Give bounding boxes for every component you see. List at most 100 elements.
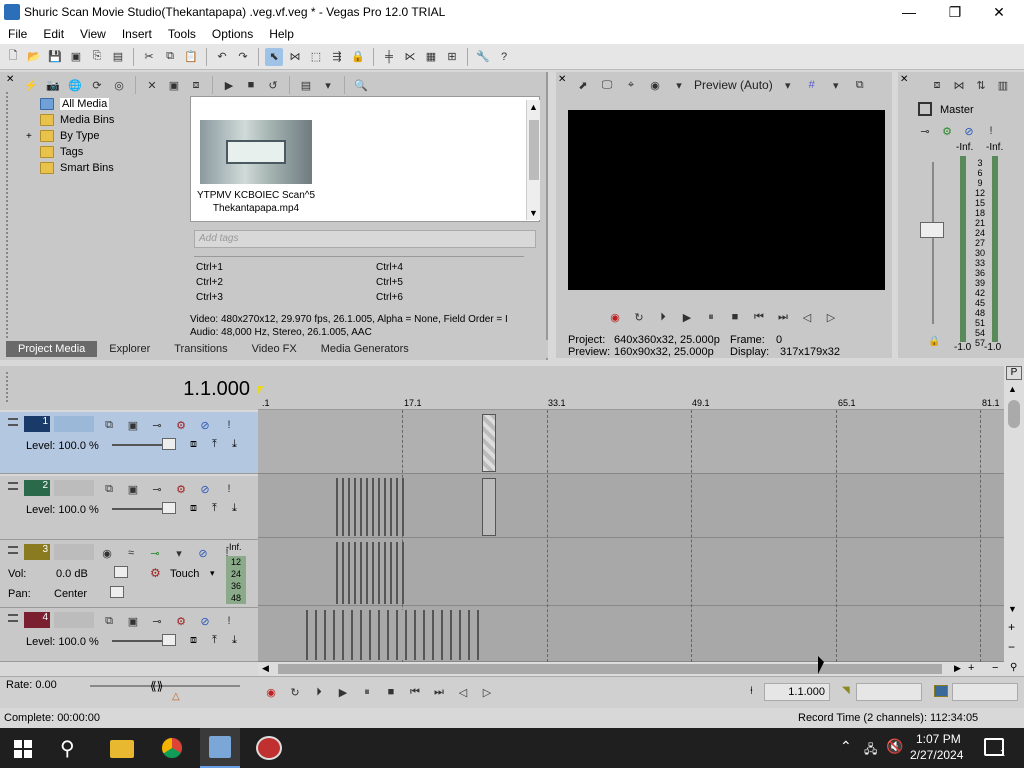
track-header-4[interactable]: 4 ⧉ ▣ ⊸ ⚙ ⊘ ! Level: 100.0 % ⧈ ⤒ ⤓ bbox=[0, 608, 258, 662]
play-icon[interactable]: ▶ bbox=[678, 308, 696, 326]
video-event[interactable] bbox=[482, 478, 496, 536]
invert-phase-icon[interactable]: ≈ bbox=[122, 544, 140, 562]
preview-quality-dropdown[interactable]: Preview (Auto) bbox=[694, 78, 773, 92]
save-icon[interactable]: 💾 bbox=[46, 48, 64, 66]
master-automation-icon[interactable]: ⊸ bbox=[916, 122, 934, 140]
master-fx-icon[interactable]: ⧈ bbox=[928, 76, 946, 94]
rate-slider-thumb[interactable]: ⟪⟫ bbox=[150, 679, 163, 693]
render-icon[interactable]: ⎘ bbox=[88, 48, 106, 66]
properties-icon[interactable]: ▤ bbox=[109, 48, 127, 66]
menu-options[interactable]: Options bbox=[204, 27, 261, 41]
app-taskbar-icon[interactable] bbox=[256, 736, 282, 760]
hzoom-out-icon[interactable]: − bbox=[992, 662, 998, 674]
close-master-icon[interactable]: ✕ bbox=[900, 74, 908, 85]
normal-edit-tool-icon[interactable]: ⬉ bbox=[265, 47, 283, 66]
master-fx-bypass-icon[interactable]: ⚙ bbox=[938, 122, 956, 140]
mute-icon[interactable]: ⊘ bbox=[194, 544, 212, 562]
lock-icon[interactable]: 🔒 bbox=[928, 336, 940, 347]
cursor-time-field[interactable]: 1.1.000 bbox=[764, 683, 830, 701]
pause-icon[interactable]: ⏸ bbox=[702, 308, 720, 326]
refresh-icon[interactable]: ⟳ bbox=[88, 76, 106, 94]
level-slider-thumb[interactable] bbox=[162, 634, 176, 646]
tree-smart-bins[interactable]: Smart Bins bbox=[20, 160, 185, 176]
tree-tags[interactable]: Tags bbox=[20, 144, 185, 160]
hscroll-thumb[interactable] bbox=[278, 664, 942, 674]
hzoom-icon[interactable]: ⚲ bbox=[1010, 662, 1017, 673]
tools-icon[interactable]: 🔧 bbox=[474, 48, 492, 66]
copy-icon[interactable]: ⧉ bbox=[161, 48, 179, 66]
scroll-down-icon[interactable]: ▼ bbox=[1008, 604, 1017, 614]
mixer-icon[interactable]: ▥ bbox=[994, 76, 1012, 94]
dropdown-icon[interactable]: ▾ bbox=[779, 76, 797, 94]
dropdown-icon[interactable]: ▾ bbox=[170, 544, 188, 562]
search-icon[interactable]: ⚲ bbox=[60, 736, 75, 761]
media-item[interactable]: YTPMV KCBOIEC Scan^5 Thekantapapa.mp4 bbox=[192, 114, 320, 216]
mute-icon[interactable]: ⊘ bbox=[196, 480, 214, 498]
tab-project-media[interactable]: Project Media bbox=[6, 341, 98, 357]
child-icon[interactable]: ⤓ bbox=[232, 634, 237, 647]
selection-tool-icon[interactable]: ⬚ bbox=[307, 48, 325, 66]
scroll-left-icon[interactable]: ◀ bbox=[262, 663, 269, 674]
play-icon[interactable]: ▶ bbox=[334, 683, 352, 701]
track-collapse-icon[interactable] bbox=[8, 418, 18, 426]
timeline-grip[interactable] bbox=[6, 372, 12, 402]
save-as-icon[interactable]: ▣ bbox=[67, 48, 85, 66]
menu-insert[interactable]: Insert bbox=[114, 27, 160, 41]
downmix-icon[interactable]: ⋈ bbox=[950, 76, 968, 94]
close-button[interactable]: ✕ bbox=[976, 0, 1022, 24]
search-media-icon[interactable]: ◎ bbox=[110, 76, 128, 94]
automation-mode-icon[interactable]: ⚙ bbox=[150, 566, 161, 580]
track-collapse-icon[interactable] bbox=[8, 482, 18, 490]
next-frame-icon[interactable]: ▷ bbox=[478, 683, 496, 701]
loop-icon[interactable]: ↻ bbox=[286, 683, 304, 701]
help-icon[interactable]: ? bbox=[495, 48, 513, 66]
clock-date[interactable]: 2/27/2024 bbox=[910, 748, 963, 762]
vegas-taskbar-icon[interactable] bbox=[200, 728, 240, 768]
next-frame-icon[interactable]: ▷ bbox=[822, 308, 840, 326]
track-header-1[interactable]: 1 ⧉ ▣ ⊸ ⚙ ⊘ ! Level: 100.0 % ⧈ ⤒ ⤓ bbox=[0, 412, 258, 474]
overlays-icon[interactable]: ◉ bbox=[646, 76, 664, 94]
external-monitor-icon[interactable]: 🖵 bbox=[598, 76, 616, 94]
copy-snapshot-icon[interactable]: ⧉ bbox=[851, 76, 869, 94]
close-preview-icon[interactable]: ✕ bbox=[558, 74, 566, 85]
dim-icon[interactable]: ⇅ bbox=[972, 76, 990, 94]
record-icon[interactable]: ◉ bbox=[262, 683, 280, 701]
tree-by-type[interactable]: + By Type bbox=[20, 128, 185, 144]
track-name-field[interactable] bbox=[54, 480, 94, 496]
grid-icon[interactable]: # bbox=[803, 76, 821, 94]
chrome-icon[interactable] bbox=[160, 736, 184, 760]
envelope-tool-icon[interactable]: ⋈ bbox=[286, 48, 304, 66]
scroll-up-icon[interactable]: ▲ bbox=[1008, 384, 1017, 394]
parent-icon[interactable]: ⤒ bbox=[212, 502, 217, 515]
mute-icon[interactable]: ⊘ bbox=[196, 416, 214, 434]
tab-media-generators[interactable]: Media Generators bbox=[309, 343, 421, 355]
hzoom-in-icon[interactable]: + bbox=[968, 662, 974, 674]
undo-icon[interactable]: ↶ bbox=[213, 48, 231, 66]
track-motion-icon[interactable]: ⧉ bbox=[100, 612, 118, 630]
timeline-vscroll[interactable]: P ▲ ▼ + − bbox=[1004, 366, 1024, 662]
prev-frame-icon[interactable]: ◁ bbox=[454, 683, 472, 701]
solo-icon[interactable]: ! bbox=[220, 612, 238, 630]
paste-icon[interactable]: 📋 bbox=[182, 48, 200, 66]
track-name-field[interactable] bbox=[54, 544, 94, 560]
new-icon[interactable]: 🗋 bbox=[4, 48, 22, 66]
stop-icon[interactable]: ■ bbox=[382, 683, 400, 701]
timeline-tracks-area[interactable] bbox=[258, 410, 1004, 662]
zoom-media-icon[interactable]: 🔍 bbox=[352, 76, 370, 94]
compositing-icon[interactable]: ▣ bbox=[124, 416, 142, 434]
dropdown-icon[interactable]: ▾ bbox=[670, 76, 688, 94]
tab-transitions[interactable]: Transitions bbox=[162, 343, 239, 355]
play-from-start-icon[interactable]: ⏵ bbox=[654, 308, 672, 326]
menu-help[interactable]: Help bbox=[261, 27, 302, 41]
file-explorer-icon[interactable] bbox=[110, 740, 134, 758]
cursor-time[interactable]: 1.1.000 bbox=[150, 378, 250, 401]
track-name-field[interactable] bbox=[54, 612, 94, 628]
dropdown-icon[interactable]: ▾ bbox=[210, 568, 215, 579]
automation-icon[interactable]: ⊸ bbox=[148, 416, 166, 434]
compositing-icon[interactable]: ▣ bbox=[124, 480, 142, 498]
video-events-cluster[interactable] bbox=[336, 478, 408, 536]
prev-frame-icon[interactable]: ◁ bbox=[798, 308, 816, 326]
parent-icon[interactable]: ⤒ bbox=[212, 438, 217, 451]
media-props-icon[interactable]: ⧈ bbox=[187, 76, 205, 94]
preview-screen[interactable] bbox=[568, 110, 885, 290]
